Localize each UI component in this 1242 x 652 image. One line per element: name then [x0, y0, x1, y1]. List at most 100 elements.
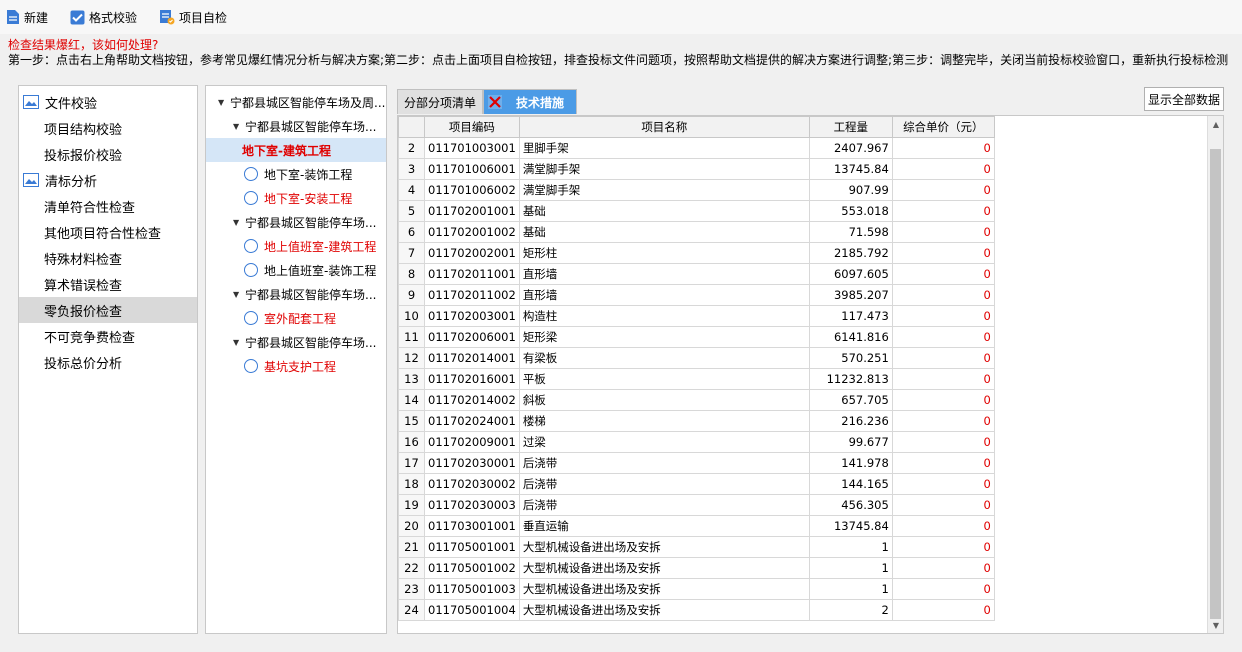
- table-row[interactable]: 19 011702030003 后浇带 456.305 0: [398, 494, 995, 516]
- scroll-thumb[interactable]: [1210, 149, 1221, 619]
- tree-item-pit-support[interactable]: 基坑支护工程: [206, 354, 386, 378]
- tree-root[interactable]: ▼ 宁都县城区智能停车场及周...: [206, 90, 386, 114]
- result-table: 项目编码 项目名称 工程量 综合单价（元） 2 011701003001 里脚手架 2…: [398, 116, 995, 621]
- table-row[interactable]: 7 011702002001 矩形柱 2185.792 0: [398, 242, 995, 264]
- table-row[interactable]: 15 011702024001 楼梯 216.236 0: [398, 410, 995, 432]
- table-row[interactable]: 2 011701003001 里脚手架 2407.967 0: [398, 137, 995, 159]
- check-category-panel: 文件校验 项目结构校验 投标报价校验 清标分析 清单符合性检查 其他项目符合性检…: [18, 85, 198, 634]
- table-row[interactable]: 22 011705001002 大型机械设备进出场及安拆 1 0: [398, 557, 995, 579]
- cell-code: 011702011001: [424, 263, 520, 285]
- table-row[interactable]: 6 011702001002 基础 71.598 0: [398, 221, 995, 243]
- tree-item-basement-building[interactable]: 地下室-建筑工程: [206, 138, 386, 162]
- table-row[interactable]: 4 011701006002 满堂脚手架 907.99 0: [398, 179, 995, 201]
- cell-unit-price: 0: [891, 515, 995, 537]
- table-row[interactable]: 11 011702006001 矩形梁 6141.816 0: [398, 326, 995, 348]
- table-row[interactable]: 8 011702011001 直形墙 6097.605 0: [398, 263, 995, 285]
- table-row[interactable]: 20 011703001001 垂直运输 13745.84 0: [398, 515, 995, 537]
- format-check-button[interactable]: 格式校验: [70, 9, 137, 26]
- group-bid-analysis[interactable]: 清标分析: [19, 167, 197, 193]
- tree-item-duty-room-decoration[interactable]: 地上值班室-装饰工程: [206, 258, 386, 282]
- cell-unit-price: 0: [891, 578, 995, 600]
- cell-unit-price: 0: [891, 221, 995, 243]
- item-total-price-analysis[interactable]: 投标总价分析: [19, 349, 197, 375]
- item-price-check[interactable]: 投标报价校验: [19, 141, 197, 167]
- row-index: 22: [398, 557, 425, 579]
- header-code[interactable]: 项目编码: [424, 116, 520, 138]
- cell-unit-price: 0: [891, 431, 995, 453]
- cell-unit-price: 0: [891, 452, 995, 474]
- table-row[interactable]: 13 011702016001 平板 11232.813 0: [398, 368, 995, 390]
- caret-down-icon[interactable]: ▼: [218, 98, 228, 107]
- row-index: 8: [398, 263, 425, 285]
- project-tree: ▼ 宁都县城区智能停车场及周... ▼ 宁都县城区智能停车场... 地下室-建筑工程…: [205, 85, 387, 634]
- radio-icon[interactable]: [244, 239, 258, 253]
- table-row[interactable]: 18 011702030002 后浇带 144.165 0: [398, 473, 995, 495]
- table-row[interactable]: 16 011702009001 过梁 99.677 0: [398, 431, 995, 453]
- help-message: 检查结果爆红，该如何处理? 第一步：点击右上角帮助文档按钮，参考常见爆红情况分析…: [8, 38, 1238, 68]
- cell-code: 011705001003: [424, 578, 520, 600]
- new-button[interactable]: 新建: [6, 9, 48, 26]
- radio-icon[interactable]: [244, 263, 258, 277]
- cell-name: 满堂脚手架: [518, 179, 810, 201]
- tree-group-2[interactable]: ▼ 宁都县城区智能停车场...: [206, 210, 386, 234]
- header-unit-price[interactable]: 综合单价（元）: [891, 116, 995, 138]
- cell-unit-price: 0: [891, 179, 995, 201]
- header-quantity[interactable]: 工程量: [808, 116, 893, 138]
- table-row[interactable]: 9 011702011002 直形墙 3985.207 0: [398, 284, 995, 306]
- self-check-label: 项目自检: [179, 10, 228, 25]
- tree-item-outdoor[interactable]: 室外配套工程: [206, 306, 386, 330]
- table-row[interactable]: 14 011702014002 斜板 657.705 0: [398, 389, 995, 411]
- item-special-material[interactable]: 特殊材料检查: [19, 245, 197, 271]
- cell-quantity: 657.705: [808, 389, 893, 411]
- table-row[interactable]: 5 011702001001 基础 553.018 0: [398, 200, 995, 222]
- radio-icon[interactable]: [244, 359, 258, 373]
- table-row[interactable]: 3 011701006001 满堂脚手架 13745.84 0: [398, 158, 995, 180]
- table-row[interactable]: 21 011705001001 大型机械设备进出场及安拆 1 0: [398, 536, 995, 558]
- item-other-compliance[interactable]: 其他项目符合性检查: [19, 219, 197, 245]
- table-row[interactable]: 12 011702014001 有梁板 570.251 0: [398, 347, 995, 369]
- tree-group-4[interactable]: ▼ 宁都县城区智能停车场...: [206, 330, 386, 354]
- tree-item-duty-room-building[interactable]: 地上值班室-建筑工程: [206, 234, 386, 258]
- caret-down-icon[interactable]: ▼: [233, 218, 243, 227]
- scroll-up-icon[interactable]: ▲: [1208, 116, 1223, 132]
- new-button-label: 新建: [24, 10, 49, 25]
- vertical-scrollbar[interactable]: ▲ ▼: [1207, 116, 1223, 633]
- row-index: 9: [398, 284, 425, 306]
- group-file-check[interactable]: 文件校验: [19, 89, 197, 115]
- row-index: 17: [398, 452, 425, 474]
- cell-quantity: 2: [808, 599, 893, 621]
- tree-group-3[interactable]: ▼ 宁都县城区智能停车场...: [206, 282, 386, 306]
- scroll-down-icon[interactable]: ▼: [1208, 617, 1223, 633]
- tree-item-basement-install[interactable]: 地下室-安装工程: [206, 186, 386, 210]
- cell-name: 有梁板: [518, 347, 810, 369]
- caret-down-icon[interactable]: ▼: [233, 290, 243, 299]
- checkbox-icon: [70, 10, 85, 24]
- table-row[interactable]: 17 011702030001 后浇带 141.978 0: [398, 452, 995, 474]
- cell-quantity: 13745.84: [808, 515, 893, 537]
- self-check-button[interactable]: 项目自检: [159, 9, 227, 26]
- cell-name: 楼梯: [518, 410, 810, 432]
- cell-quantity: 570.251: [808, 347, 893, 369]
- cell-quantity: 71.598: [808, 221, 893, 243]
- radio-icon[interactable]: [244, 311, 258, 325]
- table-row[interactable]: 10 011702003001 构造柱 117.473 0: [398, 305, 995, 327]
- tree-item-basement-decoration[interactable]: 地下室-装饰工程: [206, 162, 386, 186]
- cell-code: 011702003001: [424, 305, 520, 327]
- table-row[interactable]: 23 011705001003 大型机械设备进出场及安拆 1 0: [398, 578, 995, 600]
- header-name[interactable]: 项目名称: [518, 116, 810, 138]
- radio-icon[interactable]: [244, 191, 258, 205]
- item-arithmetic-error[interactable]: 算术错误检查: [19, 271, 197, 297]
- show-all-data-button[interactable]: 显示全部数据: [1144, 87, 1224, 111]
- tab-bill-list[interactable]: 分部分项清单: [397, 89, 484, 114]
- warning-text: 检查结果爆红，该如何处理?: [8, 38, 159, 52]
- radio-icon[interactable]: [244, 167, 258, 181]
- table-row[interactable]: 24 011705001004 大型机械设备进出场及安拆 2 0: [398, 599, 995, 621]
- caret-down-icon[interactable]: ▼: [233, 338, 243, 347]
- item-list-compliance[interactable]: 清单符合性检查: [19, 193, 197, 219]
- item-noncompetitive-fee[interactable]: 不可竞争费检查: [19, 323, 197, 349]
- item-structure-check[interactable]: 项目结构校验: [19, 115, 197, 141]
- item-zero-negative-price[interactable]: 零负报价检查: [19, 297, 197, 323]
- tree-group-1[interactable]: ▼ 宁都县城区智能停车场...: [206, 114, 386, 138]
- caret-down-icon[interactable]: ▼: [233, 122, 243, 131]
- tab-technical-measures[interactable]: 技术措施: [483, 89, 578, 114]
